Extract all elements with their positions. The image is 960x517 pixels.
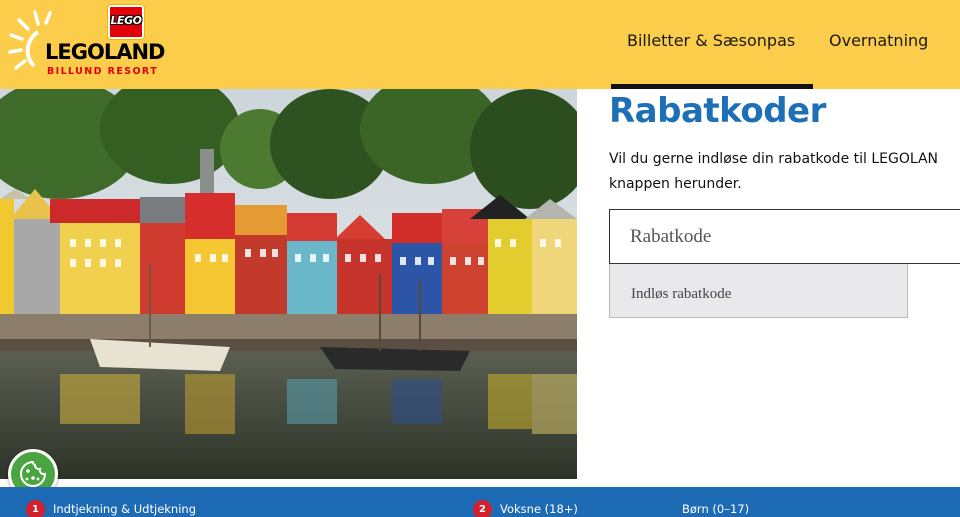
intro-line-2: knappen herunder. [609, 176, 742, 192]
lego-badge: LEGO [108, 5, 144, 39]
nav-tickets-link[interactable]: Billetter & Sæsonpas [627, 31, 795, 50]
booking-step-children[interactable]: Børn (0–17) [682, 494, 749, 517]
step-number: 2 [473, 499, 492, 517]
nav-stay-link[interactable]: Overnatning [829, 31, 928, 50]
discount-code-input[interactable] [609, 209, 960, 264]
step-label: Børn (0–17) [682, 502, 750, 516]
booking-step-checkin[interactable]: 1 Indtjekning & Udtjekning [26, 494, 196, 517]
step-number: 1 [26, 499, 45, 517]
booking-bar: 1 Indtjekning & Udtjekning 2 Voksne (18+… [0, 487, 960, 517]
brand-name: LEGOLAND [45, 40, 165, 64]
intro-text: Vil du gerne indløse din rabatkode til L… [609, 147, 960, 197]
legoland-logo[interactable]: LEGO LEGOLAND BILLUND RESORT [8, 4, 178, 84]
intro-line-1: Vil du gerne indløse din rabatkode til L… [609, 151, 939, 167]
site-header: LEGO LEGOLAND BILLUND RESORT Billetter &… [0, 0, 960, 89]
redeem-code-button[interactable]: Indløs rabatkode [609, 264, 908, 318]
miniland-nyhavn-photo [0, 89, 577, 479]
page-title: Rabatkoder [609, 91, 826, 131]
brand-subtitle: BILLUND RESORT [47, 66, 159, 77]
cookie-icon [20, 460, 47, 487]
lego-badge-text: LEGO [110, 14, 142, 27]
booking-step-adults[interactable]: 2 Voksne (18+) [473, 494, 578, 517]
nav-active-indicator [611, 84, 813, 89]
step-label: Indtjekning & Udtjekning [53, 502, 196, 516]
step-label: Voksne (18+) [500, 502, 578, 516]
